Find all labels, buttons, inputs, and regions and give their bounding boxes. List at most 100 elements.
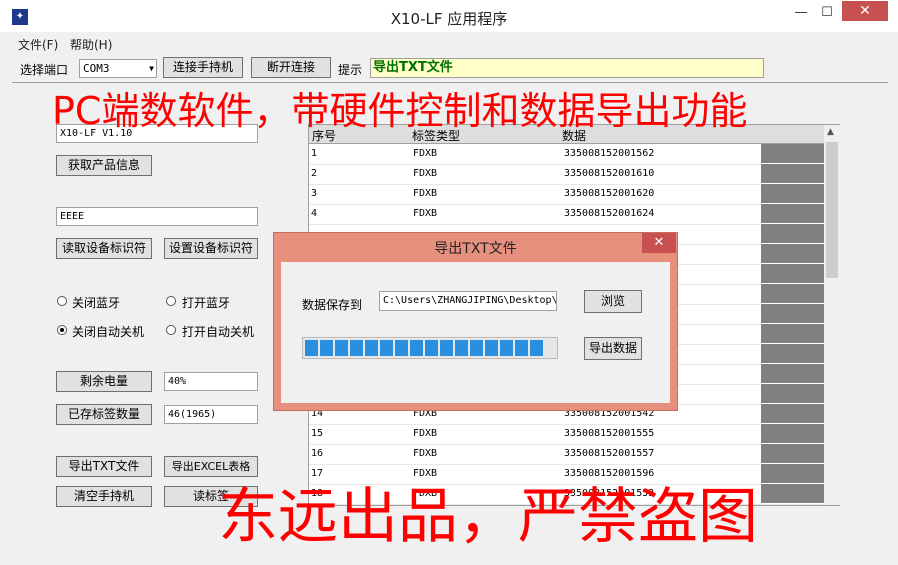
progress-segment xyxy=(305,340,318,356)
port-label: 选择端口 xyxy=(20,63,69,77)
auto-off-open-label: 打开自动关机 xyxy=(182,325,255,339)
cell-data: 335008152001555 xyxy=(564,428,655,439)
dialog-body xyxy=(281,262,670,403)
table-row[interactable]: 2 FDXB 335008152001610 xyxy=(309,164,825,185)
empty-column xyxy=(761,424,825,443)
cell-index: 15 xyxy=(311,428,324,439)
empty-column xyxy=(761,324,825,343)
cell-index: 2 xyxy=(311,168,318,179)
table-row[interactable]: 3 FDXB 335008152001620 xyxy=(309,184,825,205)
progress-segment xyxy=(425,340,438,356)
maximize-button[interactable]: ☐ xyxy=(812,2,842,24)
battery-button[interactable]: 剩余电量 xyxy=(56,371,152,392)
connect-button[interactable]: 连接手持机 xyxy=(163,57,243,78)
table-row[interactable]: 4 FDXB 335008152001624 xyxy=(309,204,825,225)
auto-off-close-label: 关闭自动关机 xyxy=(72,325,145,339)
menu-file[interactable]: 文件(F) xyxy=(18,36,58,53)
read-id-button[interactable]: 读取设备标识符 xyxy=(56,238,152,259)
bt-off-label: 关闭蓝牙 xyxy=(72,296,121,310)
window-title: X10-LF 应用程序 xyxy=(390,10,508,28)
cell-type: FDXB xyxy=(413,188,438,199)
empty-column xyxy=(761,184,825,203)
progress-segment xyxy=(440,340,453,356)
menu-bar xyxy=(8,32,890,52)
cell-index: 16 xyxy=(311,448,324,459)
export-txt-button[interactable]: 导出TXT文件 xyxy=(56,456,152,477)
cell-data: 335008152001620 xyxy=(564,188,655,199)
save-to-label: 数据保存到 xyxy=(302,298,363,312)
get-info-button[interactable]: 获取产品信息 xyxy=(56,155,152,176)
overlay-top-text: PC端数软件，带硬件控制和数据导出功能 xyxy=(52,89,748,133)
tag-count-field: 46(1965) xyxy=(164,405,258,424)
export-progress-bar xyxy=(302,337,558,359)
clear-device-button[interactable]: 清空手持机 xyxy=(56,486,152,507)
chevron-down-icon[interactable]: ▼ xyxy=(149,60,154,77)
progress-segment xyxy=(485,340,498,356)
empty-column xyxy=(761,384,825,403)
port-value: COM3 xyxy=(83,62,110,75)
cell-data: 335008152001610 xyxy=(564,168,655,179)
progress-segment xyxy=(410,340,423,356)
table-row[interactable]: 16 FDXB 335008152001557 xyxy=(309,444,825,465)
progress-segment xyxy=(515,340,528,356)
bt-on-radio[interactable] xyxy=(166,296,176,306)
disconnect-button[interactable]: 断开连接 xyxy=(251,57,331,78)
progress-segment xyxy=(455,340,468,356)
close-button[interactable]: ✕ xyxy=(842,1,888,21)
browse-button[interactable]: 浏览 xyxy=(584,290,642,313)
progress-segment xyxy=(530,340,543,356)
auto-off-close-radio[interactable] xyxy=(57,325,67,335)
cell-type: FDXB xyxy=(413,428,438,439)
progress-segment xyxy=(470,340,483,356)
empty-column xyxy=(761,364,825,383)
empty-column xyxy=(761,224,825,243)
empty-column xyxy=(761,204,825,223)
chevron-up-icon[interactable]: ▲ xyxy=(827,127,834,137)
progress-segment xyxy=(500,340,513,356)
cell-type: FDXB xyxy=(413,208,438,219)
progress-segment xyxy=(380,340,393,356)
cell-index: 3 xyxy=(311,188,318,199)
bt-off-radio[interactable] xyxy=(57,296,67,306)
progress-segment xyxy=(395,340,408,356)
dialog-title: 导出TXT文件 xyxy=(434,241,517,257)
cell-index: 4 xyxy=(311,208,318,219)
empty-column xyxy=(761,264,825,283)
port-select[interactable]: COM3 ▼ xyxy=(79,59,157,78)
menu-help[interactable]: 帮助(H) xyxy=(70,36,112,53)
cell-type: FDXB xyxy=(413,168,438,179)
empty-column xyxy=(761,304,825,323)
hint-field: 导出TXT文件 xyxy=(370,58,764,78)
progress-segment xyxy=(320,340,333,356)
battery-field: 40% xyxy=(164,372,258,391)
table-row[interactable]: 15 FDXB 335008152001555 xyxy=(309,424,825,445)
cell-data: 335008152001557 xyxy=(564,448,655,459)
empty-column xyxy=(761,164,825,183)
progress-segment xyxy=(365,340,378,356)
empty-column xyxy=(761,244,825,263)
empty-column xyxy=(761,444,825,463)
cell-index: 1 xyxy=(311,148,318,159)
bt-on-label: 打开蓝牙 xyxy=(182,296,231,310)
cell-type: FDXB xyxy=(413,148,438,159)
cell-type: FDXB xyxy=(413,448,438,459)
tag-count-button[interactable]: 已存标签数量 xyxy=(56,404,152,425)
export-data-button[interactable]: 导出数据 xyxy=(584,337,642,360)
scroll-thumb[interactable] xyxy=(826,142,838,278)
progress-segment xyxy=(350,340,363,356)
cell-data: 335008152001624 xyxy=(564,208,655,219)
cell-data: 335008152001562 xyxy=(564,148,655,159)
empty-column xyxy=(761,464,825,483)
empty-column xyxy=(761,344,825,363)
hint-label: 提示 xyxy=(338,63,363,77)
progress-segment xyxy=(335,340,348,356)
save-path-field[interactable]: C:\Users\ZHANGJIPING\Desktop\ xyxy=(379,291,557,311)
set-id-button[interactable]: 设置设备标识符 xyxy=(164,238,258,259)
table-row[interactable]: 1 FDXB 335008152001562 xyxy=(309,144,825,165)
empty-column xyxy=(761,484,825,503)
empty-column xyxy=(761,144,825,163)
dialog-close-button[interactable]: ✕ xyxy=(642,233,676,253)
device-id-field[interactable]: EEEE xyxy=(56,207,258,226)
auto-off-open-radio[interactable] xyxy=(166,325,176,335)
overlay-bottom-text: 东远出品，严禁盗图 xyxy=(218,482,758,552)
